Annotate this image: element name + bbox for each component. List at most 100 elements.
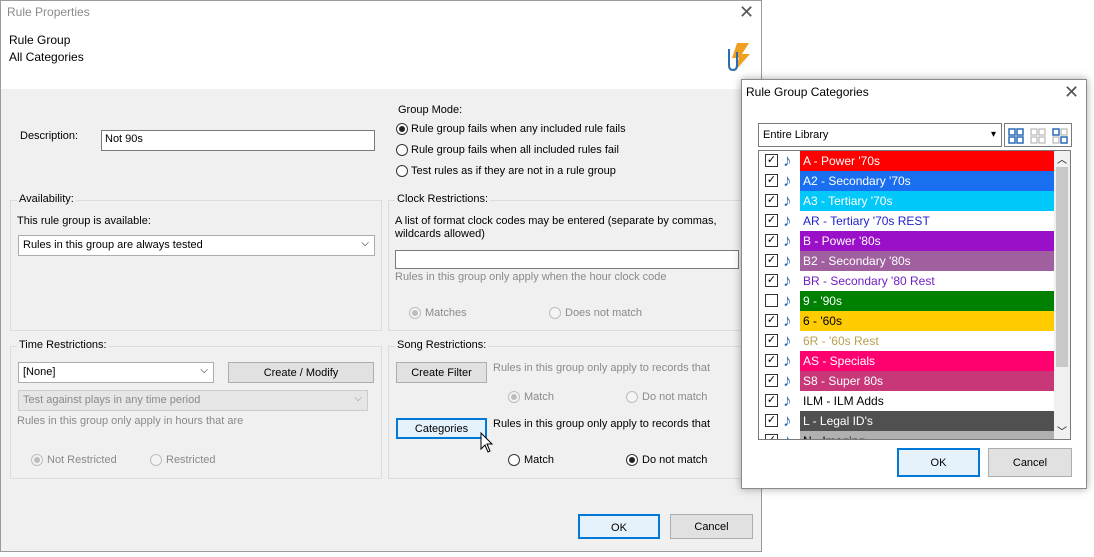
categories-button[interactable]: Categories: [396, 418, 487, 439]
time-period-select[interactable]: Test against plays in any time period ⌵: [18, 390, 368, 411]
categories-cancel-button[interactable]: Cancel: [988, 448, 1072, 477]
not-restricted-radio[interactable]: [31, 454, 43, 466]
categories-match-radio[interactable]: [508, 454, 520, 466]
category-row[interactable]: ✓ ♪ L - Legal ID's: [759, 411, 1055, 431]
grid-mixed-icon[interactable]: [1052, 128, 1068, 144]
group-mode-option-test: Test rules as if they are not in a rule …: [411, 165, 616, 177]
clock-desc-line1: A list of format clock codes may be ente…: [395, 215, 717, 227]
rule-properties-dialog: Rule Properties ✕ Rule Group All Categor…: [0, 0, 762, 552]
category-checkbox[interactable]: ✓: [765, 314, 778, 327]
restricted-radio[interactable]: [150, 454, 162, 466]
scroll-down-icon[interactable]: ﹀: [1057, 423, 1067, 438]
category-row[interactable]: ✓ ♪ AR - Tertiary '70s REST: [759, 211, 1055, 231]
category-row[interactable]: ✓ ♪ N - Imaging: [759, 431, 1055, 439]
category-row[interactable]: ✓ ♪ ILM - ILM Adds: [759, 391, 1055, 411]
categories-list[interactable]: ✓ ♪ A - Power '70s ✓ ♪ A2 - Secondary '70s ✓ ♪ A…: [758, 150, 1071, 440]
cancel-button[interactable]: Cancel: [670, 514, 753, 539]
category-checkbox[interactable]: ✓: [765, 254, 778, 267]
category-checkbox[interactable]: ✓: [765, 374, 778, 387]
category-row[interactable]: ✓ ♪ S8 - Super 80s: [759, 371, 1055, 391]
header-line1: Rule Group: [9, 33, 71, 47]
chevron-down-icon: ⌵: [354, 393, 362, 404]
close-icon[interactable]: ✕: [739, 3, 754, 21]
group-mode-radio-all[interactable]: [396, 144, 408, 156]
category-row[interactable]: ✓ ♪ A2 - Secondary '70s: [759, 171, 1055, 191]
description-input[interactable]: Not 90s: [101, 130, 375, 151]
music-note-icon: ♪: [783, 231, 792, 250]
category-checkbox[interactable]: ✓: [765, 274, 778, 287]
library-select[interactable]: Entire Library ▾: [758, 123, 1002, 147]
time-legend: Time Restrictions:: [17, 339, 109, 351]
category-checkbox[interactable]: ✓: [765, 434, 778, 439]
music-note-icon: ♪: [783, 151, 792, 170]
time-restrictions-group: Time Restrictions: [None] ⌵ Create / Mod…: [10, 339, 382, 479]
clock-desc-line2: wildcards allowed): [395, 228, 485, 240]
music-note-icon: ♪: [783, 371, 792, 390]
time-selected: [None]: [23, 366, 56, 378]
category-checkbox[interactable]: ✓: [765, 394, 778, 407]
ok-button[interactable]: OK: [578, 514, 660, 539]
create-filter-button[interactable]: Create Filter: [396, 362, 487, 383]
group-mode-group: Group Mode: Rule group fails when any in…: [388, 104, 760, 187]
category-checkbox[interactable]: [765, 294, 778, 307]
category-row[interactable]: ✓ ♪ 6 - '60s: [759, 311, 1055, 331]
clock-codes-input[interactable]: [395, 250, 739, 269]
not-restricted-label: Not Restricted: [47, 454, 117, 466]
time-restriction-select[interactable]: [None] ⌵: [18, 362, 214, 383]
category-row[interactable]: ✓ ♪ AS - Specials: [759, 351, 1055, 371]
category-row[interactable]: ✓ ♪ A - Power '70s: [759, 151, 1055, 171]
category-label: AS - Specials: [800, 351, 1054, 371]
category-checkbox[interactable]: ✓: [765, 214, 778, 227]
categories-not-match-radio[interactable]: [626, 454, 638, 466]
close-icon[interactable]: ✕: [1064, 83, 1079, 101]
availability-group: Availability: This rule group is availab…: [10, 193, 382, 331]
clock-not-match-radio[interactable]: [549, 307, 561, 319]
category-row[interactable]: ✓ ♪ B2 - Secondary '80s: [759, 251, 1055, 271]
group-mode-radio-test[interactable]: [396, 165, 408, 177]
scroll-thumb[interactable]: [1056, 167, 1068, 367]
categories-title: Rule Group Categories: [746, 85, 869, 99]
filter-match-radio[interactable]: [508, 391, 520, 403]
group-mode-radio-any[interactable]: [396, 123, 408, 135]
filter-match-label: Match: [524, 391, 554, 403]
availability-selected: Rules in this group are always tested: [23, 239, 203, 251]
filter-not-match-radio[interactable]: [626, 391, 638, 403]
view-toggle-group: [1004, 123, 1072, 147]
time-period-selected: Test against plays in any time period: [23, 394, 201, 406]
clock-matches-radio[interactable]: [409, 307, 421, 319]
category-row[interactable]: ✓ ♪ BR - Secondary '80 Rest: [759, 271, 1055, 291]
category-checkbox[interactable]: ✓: [765, 154, 778, 167]
grid-empty-icon[interactable]: [1030, 128, 1046, 144]
category-checkbox[interactable]: ✓: [765, 194, 778, 207]
category-checkbox[interactable]: ✓: [765, 334, 778, 347]
category-row[interactable]: ♪ 9 - '90s: [759, 291, 1055, 311]
create-modify-button[interactable]: Create / Modify: [228, 362, 374, 383]
clock-note: Rules in this group only apply when the …: [395, 271, 667, 283]
category-label: A3 - Tertiary '70s: [800, 191, 1054, 211]
music-note-icon: ♪: [783, 251, 792, 270]
category-checkbox[interactable]: ✓: [765, 234, 778, 247]
category-checkbox[interactable]: ✓: [765, 354, 778, 367]
categories-not-match-label: Do not match: [642, 454, 708, 466]
grid-large-icon[interactable]: [1008, 128, 1024, 144]
category-row[interactable]: ✓ ♪ B - Power '80s: [759, 231, 1055, 251]
music-note-icon: ♪: [783, 171, 792, 190]
category-row[interactable]: ✓ ♪ A3 - Tertiary '70s: [759, 191, 1055, 211]
category-label: B - Power '80s: [800, 231, 1054, 251]
category-row[interactable]: ✓ ♪ 6R - '60s Rest: [759, 331, 1055, 351]
chevron-down-icon: ⌵: [361, 238, 369, 249]
music-note-icon: ♪: [783, 191, 792, 210]
music-note-icon: ♪: [783, 391, 792, 410]
availability-select[interactable]: Rules in this group are always tested ⌵: [18, 235, 375, 256]
categories-ok-button[interactable]: OK: [897, 448, 980, 477]
scroll-up-icon[interactable]: ︿: [1057, 151, 1067, 166]
category-checkbox[interactable]: ✓: [765, 414, 778, 427]
categories-scrollbar[interactable]: ︿ ﹀: [1054, 151, 1070, 439]
mouse-cursor-icon: [480, 432, 494, 453]
category-label: A2 - Secondary '70s: [800, 171, 1054, 191]
header-panel: Rule Group All Categories: [1, 25, 761, 89]
group-mode-option-any: Rule group fails when any included rule …: [411, 123, 626, 135]
categories-note: Rules in this group only apply to record…: [493, 418, 711, 430]
category-checkbox[interactable]: ✓: [765, 174, 778, 187]
music-note-icon: ♪: [783, 291, 792, 310]
